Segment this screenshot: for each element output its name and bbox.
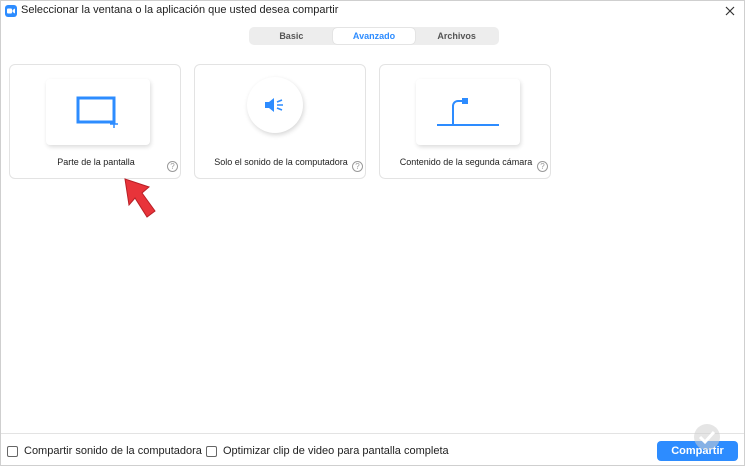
share-sound-checkbox[interactable]	[7, 445, 18, 457]
share-sound-label: Compartir sonido de la computadora	[24, 445, 202, 457]
document-camera-icon	[437, 98, 499, 126]
close-button[interactable]	[722, 3, 738, 19]
help-icon[interactable]: ?	[537, 161, 548, 172]
option-computer-sound[interactable]: Solo el sonido de la computadora ?	[194, 64, 366, 179]
option-thumbnail	[46, 79, 150, 145]
watermark-logo-icon	[694, 424, 720, 450]
share-screen-dialog: Seleccionar la ventana o la aplicación q…	[0, 0, 745, 466]
help-icon[interactable]: ?	[167, 161, 178, 172]
option-second-camera[interactable]: Contenido de la segunda cámara ?	[379, 64, 551, 179]
share-sound-option[interactable]: Compartir sonido de la computadora	[7, 445, 202, 457]
option-screen-portion[interactable]: Parte de la pantalla ?	[9, 64, 181, 179]
tab-avanzado[interactable]: Avanzado	[332, 28, 416, 44]
option-thumbnail	[416, 79, 520, 145]
pointer-arrow-icon	[124, 178, 156, 218]
zoom-app-icon	[5, 5, 17, 17]
option-thumbnail	[247, 77, 303, 133]
optimize-video-option[interactable]: Optimizar clip de video para pantalla co…	[206, 445, 449, 457]
close-icon	[725, 6, 735, 16]
tab-bar: Basic Avanzado Archivos	[249, 27, 499, 45]
option-label: Solo el sonido de la computadora	[214, 157, 348, 167]
title-bar: Seleccionar la ventana o la aplicación q…	[1, 1, 744, 21]
option-label: Contenido de la segunda cámara	[399, 157, 533, 167]
screen-portion-icon	[76, 96, 118, 128]
tab-basic[interactable]: Basic	[250, 28, 333, 44]
optimize-video-checkbox[interactable]	[206, 445, 217, 457]
window-title: Seleccionar la ventana o la aplicación q…	[21, 4, 339, 16]
option-label: Parte de la pantalla	[57, 157, 135, 167]
tab-archivos[interactable]: Archivos	[415, 28, 498, 44]
optimize-video-label: Optimizar clip de video para pantalla co…	[223, 445, 449, 457]
speaker-icon	[265, 98, 283, 112]
help-icon[interactable]: ?	[352, 161, 363, 172]
